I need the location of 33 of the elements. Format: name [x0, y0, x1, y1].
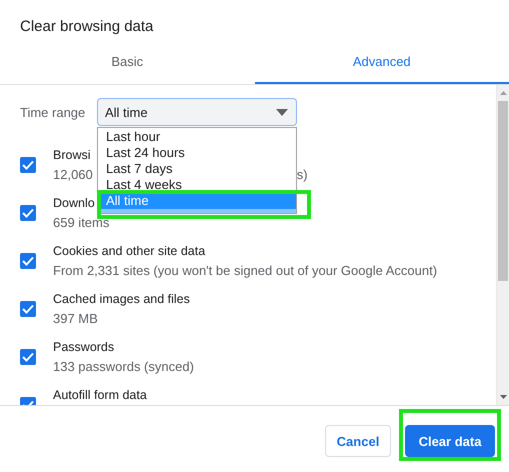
- tab[interactable]: Advanced: [254, 42, 509, 84]
- item-title: Autofill form data: [53, 388, 147, 402]
- item-title: Cached images and files: [53, 292, 190, 306]
- caret-icon: [276, 108, 288, 116]
- item-title: Browsi: [53, 148, 91, 162]
- clear-data-button[interactable]: Clear data: [405, 425, 495, 457]
- checkbox[interactable]: [20, 157, 36, 173]
- checkbox[interactable]: [20, 205, 36, 221]
- dropdown-option[interactable]: Last 24 hours: [98, 145, 296, 161]
- checkbox[interactable]: [20, 253, 36, 269]
- item-title: Passwords: [53, 340, 114, 354]
- item-detail: 133 passwords (synced): [53, 359, 194, 374]
- checkbox[interactable]: [20, 349, 36, 365]
- scrollbar[interactable]: [496, 85, 509, 405]
- item-detail: 397 MB: [53, 311, 98, 326]
- checkbox[interactable]: [20, 301, 36, 317]
- item-title: Cookies and other site data: [53, 244, 206, 258]
- item-detail: From 2,331 sites (you won't be signed out of your Google Account): [53, 263, 438, 278]
- scrollbar-thumb[interactable]: [498, 101, 508, 281]
- scroll-down-icon: [500, 395, 506, 399]
- cancel-button[interactable]: Cancel: [325, 425, 391, 457]
- scroll-up-icon: [500, 91, 506, 95]
- tab[interactable]: Basic: [0, 42, 254, 84]
- dialog-title: Clear browsing data: [19, 17, 154, 37]
- item-detail: 659 items: [53, 215, 110, 230]
- item-detail: 12,060: [53, 167, 93, 182]
- field-label: Time range: [20, 104, 86, 120]
- dropdown-option[interactable]: Last hour: [98, 129, 296, 145]
- dropdown-option[interactable]: Last 7 days: [98, 161, 296, 177]
- item-detail: s): [296, 167, 308, 182]
- dropdown-option[interactable]: Last 4 weeks: [98, 177, 296, 193]
- item-title: Downlo: [53, 196, 95, 210]
- time-range-dropdown[interactable]: All time: [97, 98, 297, 126]
